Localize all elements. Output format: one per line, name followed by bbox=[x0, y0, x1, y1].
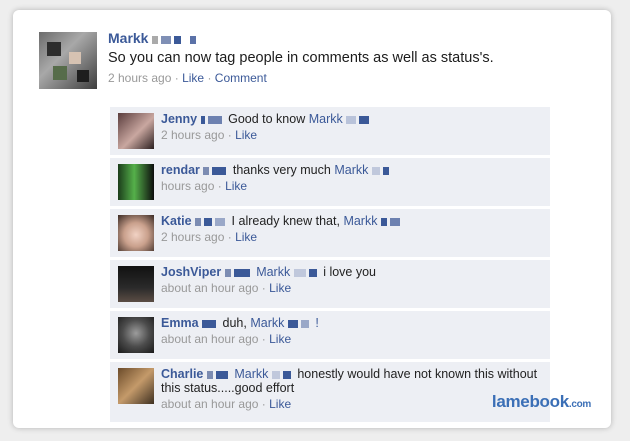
redaction-block bbox=[287, 319, 298, 328]
redaction-block bbox=[161, 35, 172, 44]
comment-tag[interactable]: Markk bbox=[256, 265, 290, 279]
comment-item: Jenny Good to know Markk 2 hours ago · L… bbox=[110, 107, 550, 156]
comment-tag[interactable]: Markk bbox=[343, 214, 377, 228]
post-time: 2 hours ago bbox=[108, 71, 172, 85]
comment-tag[interactable]: Markk bbox=[250, 316, 284, 330]
comment-text: i love you bbox=[323, 265, 376, 279]
redaction-block bbox=[202, 319, 217, 328]
redaction-block bbox=[152, 35, 159, 44]
separator: · bbox=[261, 281, 266, 295]
avatar[interactable] bbox=[118, 266, 154, 302]
redaction-block bbox=[190, 35, 197, 44]
redaction-block bbox=[282, 370, 291, 379]
post-meta: 2 hours ago · Like · Comment bbox=[108, 71, 598, 85]
redaction-block bbox=[215, 217, 226, 226]
redaction-block bbox=[195, 217, 202, 226]
pixelated-avatar-block bbox=[69, 52, 81, 64]
comment-text: I already knew that, bbox=[231, 214, 340, 228]
redaction-block bbox=[346, 115, 357, 124]
separator: · bbox=[261, 332, 266, 346]
comment-author[interactable]: Charlie bbox=[161, 367, 203, 381]
comment-time: about an hour ago bbox=[161, 397, 259, 411]
redaction-block bbox=[174, 35, 182, 44]
redaction-block bbox=[371, 166, 380, 175]
redaction-block bbox=[300, 319, 309, 328]
redaction-block bbox=[382, 166, 389, 175]
comment-author[interactable]: rendar bbox=[161, 163, 200, 177]
comment-author[interactable]: JoshViper bbox=[161, 265, 221, 279]
redaction-block bbox=[359, 115, 370, 124]
separator: · bbox=[207, 71, 212, 85]
comment-tag[interactable]: Markk bbox=[234, 367, 268, 381]
like-link[interactable]: Like bbox=[235, 230, 257, 244]
avatar[interactable] bbox=[118, 368, 154, 404]
comment-author[interactable]: Emma bbox=[161, 316, 199, 330]
like-link[interactable]: Like bbox=[269, 281, 291, 295]
comment-time: about an hour ago bbox=[161, 281, 259, 295]
comment-item: Emma duh, Markk ! about an hour ago · Li… bbox=[110, 311, 550, 360]
separator: · bbox=[217, 179, 222, 193]
separator: · bbox=[227, 128, 232, 142]
avatar[interactable] bbox=[118, 113, 154, 149]
redaction-block bbox=[207, 115, 222, 124]
comment-text: ! bbox=[315, 316, 319, 330]
redaction-block bbox=[212, 166, 227, 175]
avatar[interactable] bbox=[118, 317, 154, 353]
like-link[interactable]: Like bbox=[235, 128, 257, 142]
comment-text: Good to know bbox=[228, 112, 306, 126]
separator: · bbox=[174, 71, 179, 85]
pixelated-avatar-block bbox=[47, 42, 61, 56]
post-text: So you can now tag people in comments as… bbox=[108, 50, 494, 66]
comment-tag[interactable]: Markk bbox=[309, 112, 343, 126]
comment-time: hours ago bbox=[161, 179, 215, 193]
redaction-block bbox=[203, 166, 210, 175]
avatar[interactable] bbox=[118, 215, 154, 251]
comment-time: about an hour ago bbox=[161, 332, 259, 346]
like-link[interactable]: Like bbox=[269, 332, 291, 346]
like-link[interactable]: Like bbox=[269, 397, 291, 411]
comment-item: rendar thanks very much Markk hours ago … bbox=[110, 158, 550, 207]
redaction-block bbox=[200, 115, 205, 124]
comment-item: Katie I already knew that, Markk 2 hours… bbox=[110, 209, 550, 258]
redaction-block bbox=[293, 268, 306, 277]
pixelated-avatar-block bbox=[77, 70, 89, 82]
lamebook-watermark: lamebook.com bbox=[492, 392, 591, 412]
avatar[interactable] bbox=[118, 164, 154, 200]
comment-text: duh, bbox=[222, 316, 247, 330]
comment-link[interactable]: Comment bbox=[215, 71, 267, 85]
watermark-brand: lamebook bbox=[491, 392, 569, 411]
post-author[interactable]: Markk bbox=[108, 30, 148, 46]
comment-item: Charlie Markk honestly would have not kn… bbox=[110, 362, 550, 423]
comment-text: thanks very much bbox=[232, 163, 331, 177]
avatar[interactable] bbox=[39, 32, 97, 89]
like-link[interactable]: Like bbox=[182, 71, 204, 85]
redaction-block bbox=[224, 268, 231, 277]
watermark-suffix: .com bbox=[568, 399, 591, 410]
comment-item: JoshViper Markk i love you about an hour… bbox=[110, 260, 550, 309]
comment-author[interactable]: Katie bbox=[161, 214, 192, 228]
redaction-block bbox=[215, 370, 228, 379]
pixelated-avatar-block bbox=[53, 66, 67, 80]
comment-time: 2 hours ago bbox=[161, 128, 225, 142]
redaction-block bbox=[206, 370, 213, 379]
like-link[interactable]: Like bbox=[225, 179, 247, 193]
post-card: Markk So you can now tag people in comme… bbox=[13, 10, 611, 428]
redaction-block bbox=[308, 268, 317, 277]
post-header: Markk So you can now tag people in comme… bbox=[108, 30, 598, 85]
comment-tag[interactable]: Markk bbox=[334, 163, 368, 177]
comment-time: 2 hours ago bbox=[161, 230, 225, 244]
separator: · bbox=[261, 397, 266, 411]
redaction-block bbox=[389, 217, 400, 226]
redaction-block bbox=[271, 370, 280, 379]
comment-list: Jenny Good to know Markk 2 hours ago · L… bbox=[110, 107, 550, 425]
redaction-block bbox=[380, 217, 387, 226]
comment-author[interactable]: Jenny bbox=[161, 112, 197, 126]
separator: · bbox=[227, 230, 232, 244]
redaction-block bbox=[233, 268, 250, 277]
redaction-block bbox=[204, 217, 213, 226]
